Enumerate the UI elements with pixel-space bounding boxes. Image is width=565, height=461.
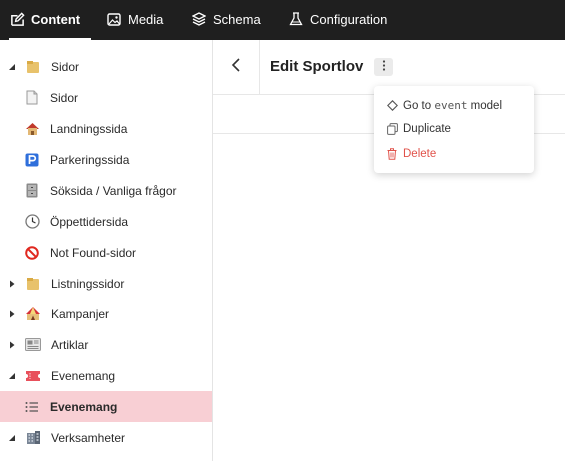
folder-icon [25,59,41,75]
tree-item-parkeringssida[interactable]: Parkeringssida [0,144,212,175]
tab-media-label: Media [128,11,164,27]
caret-down-icon[interactable] [8,434,16,442]
caret-down-icon[interactable] [8,63,16,71]
tree-item-not-found[interactable]: Not Found-sidor [0,237,212,268]
tree-item-oppettidersida[interactable]: Öppettidersida [0,206,212,237]
office-building-icon [25,430,41,446]
duplicate-label: Duplicate [403,123,451,135]
clock-icon [24,214,40,230]
parking-icon [24,152,40,168]
tree-item-label: Kampanjer [51,306,110,321]
tree-item-label: Sidor [50,90,79,105]
diamond-icon [386,99,398,111]
tab-content-label: Content [31,11,81,27]
tree-item-label: Evenemang [50,399,118,414]
list-icon [24,399,40,415]
layers-icon [191,11,207,27]
ticket-icon [25,368,41,384]
flask-icon [288,11,304,27]
house-icon [24,121,40,137]
tab-schema[interactable]: Schema [191,0,261,38]
tree-item-label: Verksamheter [51,430,126,445]
image-icon [106,11,122,27]
tree-item-label: Artiklar [51,337,89,352]
prohibited-icon [24,245,40,261]
tree-item-label: Listningssidor [51,276,125,291]
tree-item-listningssidor[interactable]: Listningssidor [0,268,212,299]
edit-icon [9,11,25,27]
trash-icon [386,148,398,160]
tree-item-evenemang-folder[interactable]: Evenemang [0,360,212,391]
chevron-left-icon [231,58,241,77]
tab-configuration-label: Configuration [310,11,388,27]
caret-right-icon[interactable] [8,310,16,318]
delete-label: Delete [403,148,437,160]
tree-item-label: Söksida / Vanliga frågor [50,183,177,198]
tree-item-verksamheter[interactable]: Verksamheter [0,422,212,453]
tree-item-kampanjer[interactable]: Kampanjer [0,298,212,329]
newspaper-icon [25,337,41,353]
go-to-model-label: Go to event model [403,98,502,112]
caret-right-icon[interactable] [8,341,16,349]
tree-item-sidor-folder[interactable]: Sidor [0,51,212,82]
tab-content[interactable]: Content [9,0,91,40]
circus-tent-icon [25,306,41,322]
tree-item-label: Evenemang [51,368,116,383]
content-tree-sidebar: Sidor Sidor Landningssida Parkeringssida… [0,40,213,461]
tab-configuration[interactable]: Configuration [288,0,387,38]
tree-item-label: Öppettidersida [50,214,129,229]
tree-item-label: Landningssida [50,121,128,136]
tree-item-label: Parkeringssida [50,152,130,167]
top-navigation-bar: Content Media Schema Configuration [0,0,565,40]
duplicate-menu-item[interactable]: Duplicate [374,117,534,141]
page-icon [24,90,40,106]
tree-item-label: Sidor [51,59,80,74]
delete-menu-item[interactable]: Delete [374,142,534,166]
caret-right-icon[interactable] [8,280,16,288]
tree-item-sidor[interactable]: Sidor [0,82,212,113]
tree-item-artiklar[interactable]: Artiklar [0,329,212,360]
tree-item-label: Not Found-sidor [50,245,137,260]
folder-icon [25,276,41,292]
tab-schema-label: Schema [213,11,261,27]
tree-item-landningssida[interactable]: Landningssida [0,113,212,144]
copy-icon [386,123,398,135]
file-cabinet-icon [24,183,40,199]
tree-item-soksida[interactable]: Söksida / Vanliga frågor [0,175,212,206]
actions-dropdown-menu: Go to event model Duplicate Delete [374,86,534,173]
tab-media[interactable]: Media [106,0,163,38]
tree-item-evenemang[interactable]: Evenemang [0,391,212,422]
go-to-model-menu-item[interactable]: Go to event model [374,93,534,117]
caret-down-icon[interactable] [8,372,16,380]
more-actions-button[interactable] [374,58,393,76]
vertical-dots-icon [382,58,386,76]
page-title: Edit Sportlov [270,58,364,75]
back-button[interactable] [213,40,260,95]
